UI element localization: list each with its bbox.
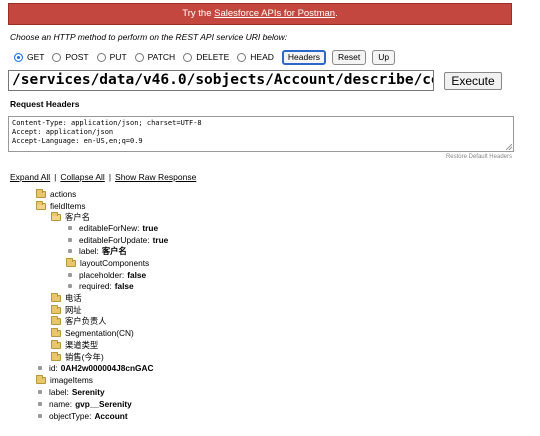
leaf-key: editableForUpdate: — [79, 235, 150, 245]
leaf-bullet-icon — [66, 236, 74, 244]
leaf-value: 0AH2w000004J8cnGAC — [60, 363, 154, 373]
banner-suffix: . — [335, 8, 338, 19]
method-label-patch: PATCH — [147, 52, 176, 62]
leaf-key: id: — [49, 363, 58, 373]
radio-put[interactable] — [96, 52, 106, 62]
folder-icon — [51, 315, 61, 325]
tree-node-label: imageItems — [50, 375, 93, 385]
separator: | — [108, 172, 112, 182]
tree-node-label: actions — [50, 189, 77, 199]
tree-leaf: editableForNew: true — [66, 222, 158, 234]
tree-leaf: name: gvp__Serenity — [36, 398, 132, 410]
method-label-put: PUT — [109, 52, 127, 62]
headers-button[interactable]: Headers — [281, 49, 327, 65]
leaf-key: editableForNew: — [79, 223, 140, 233]
method-option-get[interactable]: GET — [8, 52, 44, 62]
leaf-key: required: — [79, 281, 112, 291]
method-label-get: GET — [27, 52, 45, 62]
leaf-bullet-icon — [36, 400, 44, 408]
separator: | — [54, 172, 57, 182]
leaf-value: false — [114, 281, 134, 291]
radio-delete[interactable] — [183, 52, 193, 62]
uri-input[interactable]: /services/data/v46.0/sobjects/Account/de… — [8, 70, 434, 91]
tree-node-label: 渠道类型 — [65, 340, 99, 350]
radio-get[interactable] — [14, 52, 23, 62]
up-button[interactable]: Up — [372, 49, 396, 65]
textarea-resize-handle[interactable] — [506, 144, 512, 150]
tree-node-label: 电话 — [65, 293, 82, 303]
tree-leaf: id: 0AH2w000004J8cnGAC — [36, 362, 153, 374]
tree-node-actions[interactable]: actions — [36, 188, 76, 200]
folder-icon — [36, 374, 46, 384]
method-label-delete: DELETE — [196, 52, 230, 62]
leaf-value: Serenity — [71, 387, 105, 397]
leaf-key: label: — [79, 246, 99, 256]
method-option-head[interactable]: HEAD — [231, 52, 274, 62]
tree-node-channel-type[interactable]: 渠道类型 — [51, 339, 98, 351]
method-label-head: HEAD — [250, 52, 274, 62]
tree-node-label: Segmentation(CN) — [65, 328, 134, 338]
leaf-key: objectType: — [49, 411, 92, 421]
folder-icon — [51, 304, 61, 314]
execute-button[interactable]: Execute — [444, 72, 502, 90]
method-option-patch[interactable]: PATCH — [129, 52, 176, 62]
folder-open-icon — [36, 200, 46, 210]
request-headers-title: Request Headers — [10, 99, 80, 109]
leaf-bullet-icon — [36, 364, 44, 372]
method-label-post: POST — [65, 52, 89, 62]
leaf-bullet-icon — [36, 388, 44, 396]
method-selector: GET POST PUT PATCH DELETE HEAD Headers R… — [8, 49, 396, 65]
leaf-key: label: — [49, 387, 69, 397]
reset-button[interactable]: Reset — [332, 49, 367, 65]
leaf-value: gvp__Serenity — [75, 399, 132, 409]
collapse-all-link[interactable]: Collapse All — [60, 172, 104, 182]
radio-patch[interactable] — [134, 52, 144, 62]
radio-post[interactable] — [52, 52, 62, 62]
method-option-post[interactable]: POST — [46, 52, 89, 62]
folder-icon — [51, 339, 61, 349]
tree-node-label: 客户负责人 — [65, 316, 107, 326]
leaf-bullet-icon — [66, 224, 74, 232]
banner-prefix: Try the — [182, 8, 215, 19]
postman-link[interactable]: Salesforce APIs for Postman — [214, 8, 335, 19]
expand-all-link[interactable]: Expand All — [10, 172, 50, 182]
tree-leaf: objectType: Account — [36, 410, 128, 422]
restore-default-headers-link[interactable]: Restore Default Headers — [446, 154, 512, 160]
leaf-bullet-icon — [66, 282, 74, 290]
folder-icon — [66, 257, 76, 267]
leaf-key: placeholder: — [79, 270, 125, 280]
method-instructions: Choose an HTTP method to perform on the … — [10, 32, 288, 42]
leaf-value: true — [152, 235, 169, 245]
folder-icon — [51, 351, 61, 361]
tree-leaf: required: false — [66, 280, 134, 292]
leaf-bullet-icon — [66, 247, 74, 255]
leaf-bullet-icon — [36, 412, 44, 420]
radio-head[interactable] — [237, 52, 247, 62]
tree-node-label: layoutComponents — [80, 258, 150, 268]
tree-controls: Expand All | Collapse All | Show Raw Respons… — [10, 172, 196, 182]
leaf-bullet-icon — [66, 271, 74, 279]
leaf-value: 客户名 — [101, 246, 127, 256]
leaf-value: true — [142, 223, 159, 233]
tree-node-account-owner[interactable]: 客户负责人 — [51, 315, 107, 327]
method-option-put[interactable]: PUT — [91, 52, 127, 62]
folder-icon — [51, 327, 61, 337]
method-option-delete[interactable]: DELETE — [177, 52, 229, 62]
folder-open-icon — [51, 211, 61, 221]
tree-node-imageitems[interactable]: imageItems — [36, 374, 93, 386]
leaf-value: Account — [94, 411, 128, 421]
show-raw-response-link[interactable]: Show Raw Response — [115, 172, 196, 182]
postman-banner: Try the Salesforce APIs for Postman. — [8, 3, 512, 25]
leaf-key: name: — [49, 399, 73, 409]
tree-leaf: label: 客户名 — [66, 245, 127, 257]
folder-icon — [51, 292, 61, 302]
tree-node-segmentation[interactable]: Segmentation(CN) — [51, 327, 134, 339]
request-headers-textarea[interactable]: Content-Type: application/json; charset=… — [8, 116, 514, 152]
tree-node-label: fieldItems — [50, 201, 86, 211]
folder-icon — [36, 188, 46, 198]
tree-node-layoutcomponents[interactable]: layoutComponents — [66, 257, 149, 269]
tree-leaf: label: Serenity — [36, 386, 105, 398]
leaf-value: false — [127, 270, 147, 280]
tree-node-phone[interactable]: 电话 — [51, 292, 82, 304]
